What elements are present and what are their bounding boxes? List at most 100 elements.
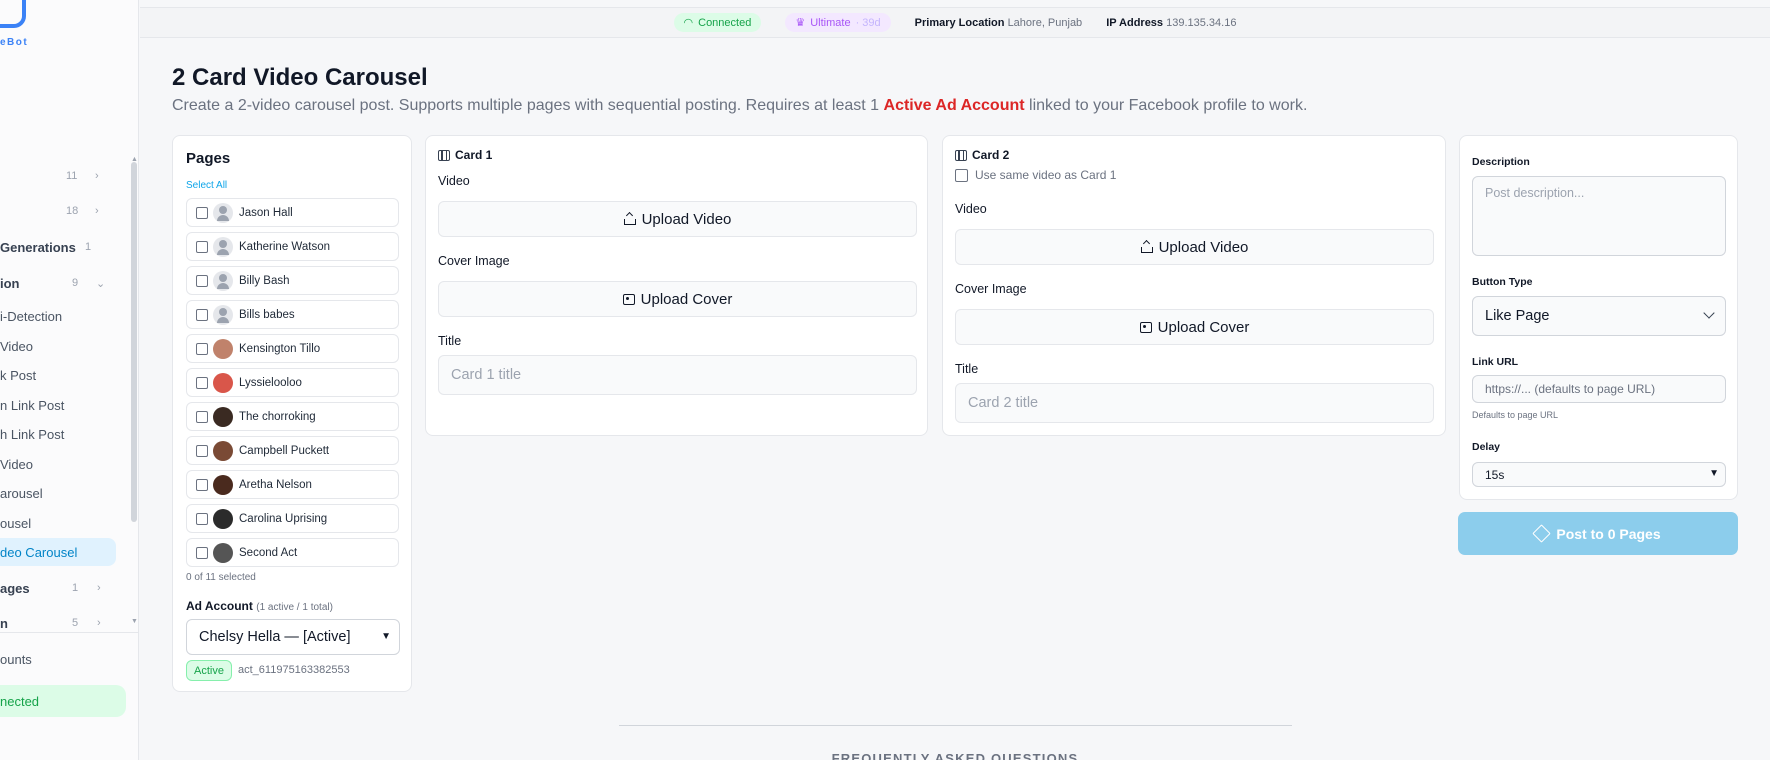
chevron-down-icon: ⌄ [96, 277, 106, 290]
cover-image-label: Cover Image [438, 254, 510, 268]
wifi-icon: ◠ [683, 17, 694, 29]
title-label: Title [955, 362, 979, 376]
sidebar-subitem[interactable]: Video [0, 335, 125, 357]
sidebar-subitem[interactable]: ousel [0, 512, 125, 534]
page-name: Kensington Tillo [239, 342, 321, 355]
count-badge: 1 [85, 241, 92, 253]
avatar [213, 508, 233, 529]
post-button[interactable]: Post to 0 Pages [1458, 512, 1738, 555]
page-list-item[interactable]: Campbell Puckett [186, 436, 399, 465]
select-all-link[interactable]: Select All [186, 180, 227, 191]
upload-cover-button[interactable]: Upload Cover [955, 309, 1434, 345]
sidebar-item-pages[interactable]: ages 1 › [0, 577, 125, 599]
selected-count: 0 of 11 selected [186, 572, 256, 583]
sidebar-item[interactable]: n 5 › [0, 612, 125, 634]
image-icon [1139, 321, 1152, 333]
count-badge: 5 [72, 617, 79, 629]
sidebar-accounts[interactable]: ounts [0, 648, 125, 670]
sidebar-subitem-active[interactable]: deo Carousel [0, 538, 116, 566]
avatar [213, 338, 233, 359]
same-video-checkbox[interactable]: Use same video as Card 1 [955, 168, 1116, 182]
checkbox[interactable] [196, 546, 208, 559]
upload-cover-button[interactable]: Upload Cover [438, 281, 917, 317]
page-list-item[interactable]: Second Act [186, 538, 399, 567]
upload-video-button[interactable]: Upload Video [438, 201, 917, 237]
chevron-right-icon: › [97, 582, 101, 594]
image-icon [622, 293, 635, 305]
page-list-item[interactable]: Lyssieloolоо [186, 368, 399, 397]
checkbox[interactable] [196, 444, 208, 457]
checkbox[interactable] [955, 168, 968, 182]
page-name: Lyssieloolоо [239, 376, 302, 389]
page-name: Campbell Puckett [239, 444, 330, 457]
delay-select[interactable]: 15s ▼ [1472, 462, 1726, 487]
page-list-item[interactable]: The chorroking [186, 402, 399, 431]
checkbox[interactable] [196, 240, 208, 253]
checkbox[interactable] [196, 342, 208, 355]
link-url-hint: Defaults to page URL [1472, 410, 1559, 420]
description-textarea[interactable]: Post description... [1472, 176, 1726, 256]
sidebar-scrollbar[interactable] [131, 162, 137, 522]
card-2-panel: Card 2 Use same video as Card 1 Video Up… [942, 135, 1446, 436]
page-list-item[interactable]: Bills babes [186, 300, 399, 329]
sidebar-item-automation[interactable]: ion 9 ⌄ [0, 272, 125, 294]
checkbox[interactable] [196, 410, 208, 423]
crown-icon: ♛ [795, 17, 806, 29]
scroll-down-icon[interactable]: ▼ [131, 618, 138, 625]
brand-logo-icon [0, 0, 26, 28]
sidebar-subitem[interactable]: arousel [0, 482, 125, 504]
delay-label: Delay [1472, 441, 1501, 453]
page-list-item[interactable]: Carolina Uprising [186, 504, 399, 533]
sidebar-item-generations[interactable]: Generations 1 [0, 236, 125, 258]
status-bar: ◠ Connected ♛ Ultimate · 39d Primary Loc… [140, 7, 1770, 38]
avatar [213, 202, 233, 223]
avatar [213, 406, 233, 427]
sidebar-subitem[interactable]: i-Detection [0, 305, 125, 327]
checkbox[interactable] [196, 478, 208, 491]
avatar [213, 542, 233, 563]
count-badge: 18 [66, 205, 79, 217]
sidebar-subitem[interactable]: n Link Post [0, 394, 125, 416]
sidebar-subitem[interactable]: Video [0, 453, 125, 475]
pages-title: Pages [186, 150, 231, 167]
page-list-item[interactable]: Kensington Tillo [186, 334, 399, 363]
description-label: Description [1472, 156, 1530, 168]
checkbox[interactable] [196, 206, 208, 219]
upload-video-button[interactable]: Upload Video [955, 229, 1434, 265]
avatar [213, 474, 233, 495]
chevron-right-icon: › [95, 205, 99, 217]
send-icon [1532, 524, 1552, 543]
page-list-item[interactable]: Jason Hall [186, 198, 399, 227]
link-url-input[interactable]: https://... (defaults to page URL) [1472, 375, 1726, 403]
avatar [213, 372, 233, 393]
ip-address: IP Address 139.135.34.16 [1106, 16, 1237, 29]
page-name: The chorroking [239, 410, 316, 423]
button-type-select[interactable]: Like Page [1472, 296, 1726, 336]
checkbox[interactable] [196, 308, 208, 321]
card-2-title-input[interactable]: Card 2 title [955, 383, 1434, 423]
checkbox[interactable] [196, 376, 208, 389]
sidebar-item[interactable]: 18 › [0, 200, 125, 222]
chevron-right-icon: › [97, 617, 101, 629]
ad-account-select[interactable]: Chelsy Hella — [Active] ▼ [186, 619, 400, 655]
faq-divider [619, 725, 1292, 726]
chevron-down-icon [1703, 307, 1715, 319]
page-list-item[interactable]: Katherine Watson [186, 232, 399, 261]
page-list-item[interactable]: Aretha Nelson [186, 470, 399, 499]
chevron-down-icon: ▼ [381, 631, 391, 642]
page-list-item[interactable]: Billy Bash [186, 266, 399, 295]
card-1-title-input[interactable]: Card 1 title [438, 355, 917, 395]
avatar [213, 304, 233, 325]
page-name: Bills babes [239, 308, 295, 321]
page-name: Aretha Nelson [239, 478, 312, 491]
plan-badge: ♛ Ultimate · 39d [785, 13, 891, 32]
film-icon [955, 149, 967, 161]
sidebar-item[interactable]: 11 › [0, 165, 125, 187]
checkbox[interactable] [196, 274, 208, 287]
checkbox[interactable] [196, 512, 208, 525]
status-badge: Active [186, 660, 232, 681]
sidebar-subitem[interactable]: h Link Post [0, 423, 125, 445]
sidebar-subitem[interactable]: k Post [0, 364, 125, 386]
title-label: Title [438, 334, 462, 348]
film-icon [438, 149, 450, 161]
